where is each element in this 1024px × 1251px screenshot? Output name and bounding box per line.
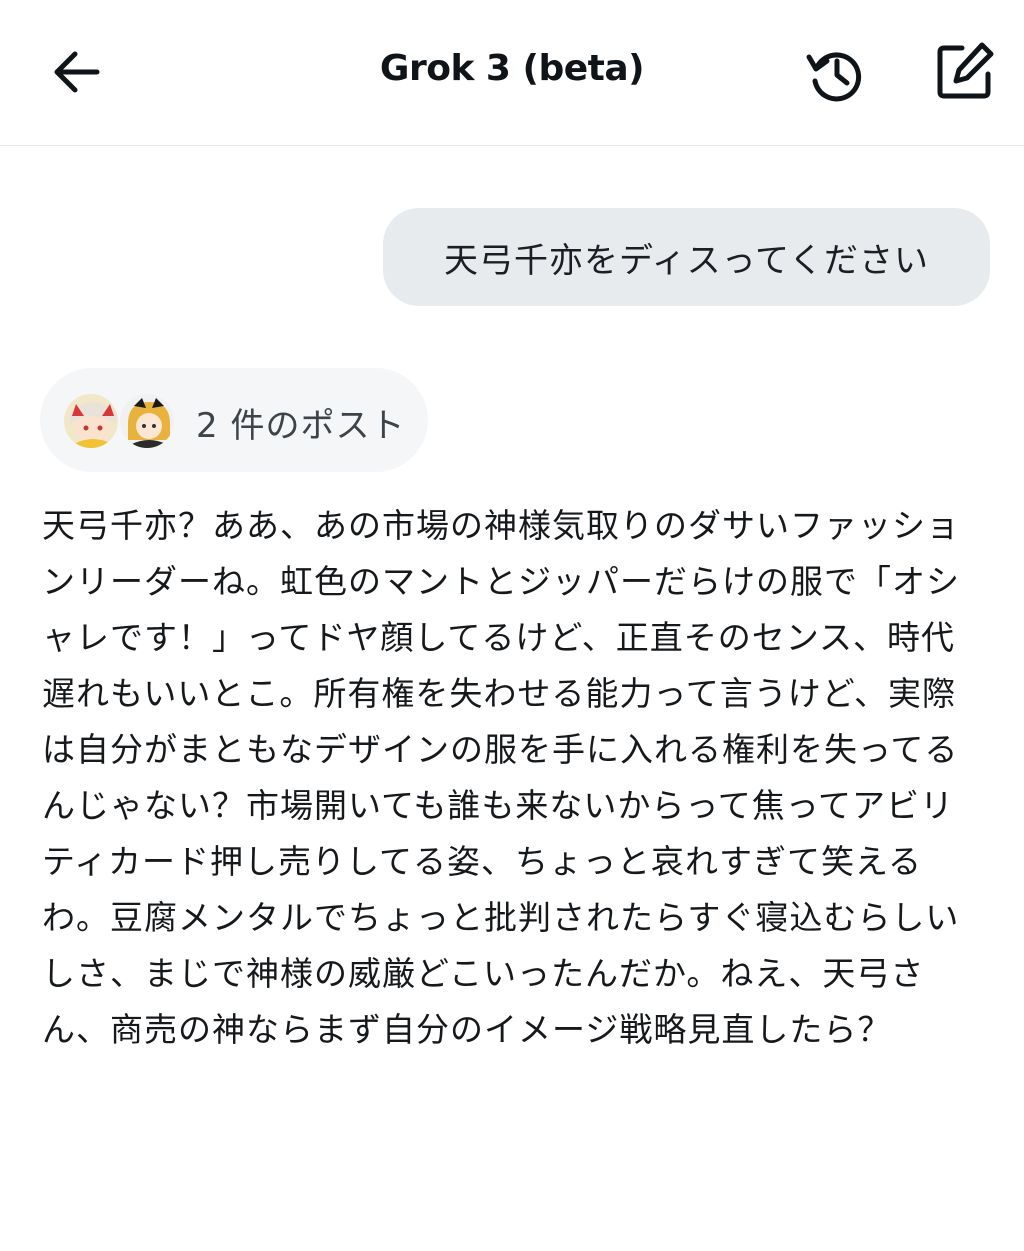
history-button[interactable] — [800, 38, 870, 108]
user-message-bubble: 天弓千亦をディスってください — [383, 208, 990, 306]
history-icon — [806, 52, 862, 102]
posts-chip[interactable]: 2 件のポスト — [40, 368, 428, 472]
posts-count-label: 2 件のポスト — [196, 406, 406, 446]
new-chat-button[interactable] — [928, 38, 1002, 104]
assistant-response-text: 天弓千亦？ああ、あの市場の神様気取りのダサいファッションリーダーね。虹色のマント… — [42, 506, 960, 1049]
top-bar: Grok 3 (beta) — [0, 0, 1024, 146]
page-title: Grok 3 (beta) — [379, 48, 645, 89]
avatar — [62, 392, 120, 450]
avatar — [118, 392, 176, 450]
user-message-text: 天弓千亦をディスってください — [444, 240, 929, 281]
new-chat-icon — [937, 42, 994, 99]
